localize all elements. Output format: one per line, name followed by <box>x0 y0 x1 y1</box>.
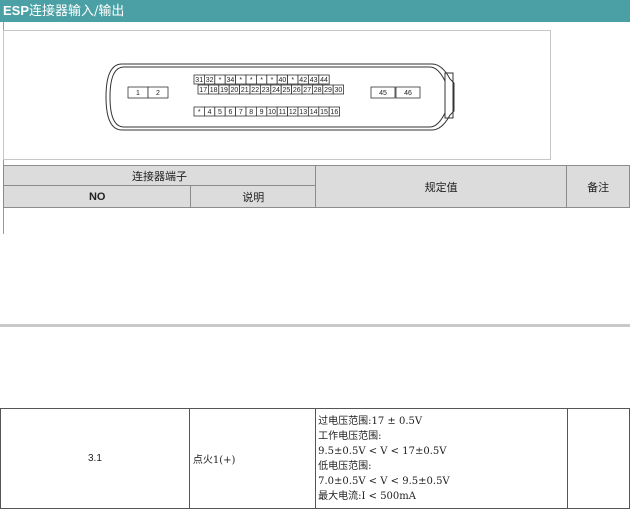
connector-pin-label: 23 <box>262 87 270 94</box>
connector-pin-label: 2 <box>156 90 160 97</box>
connector-pin-label: 27 <box>303 87 311 94</box>
connector-pin-label: * <box>260 77 263 84</box>
connector-pin-label: 9 <box>260 109 264 116</box>
connector-latch <box>444 72 454 119</box>
connector-pin-label: 6 <box>228 109 232 116</box>
connector-pin-label: * <box>198 109 201 116</box>
connector-pin-label: 12 <box>289 109 297 116</box>
spec-line: 低电压范围: <box>318 460 372 472</box>
connector-pin-label: 19 <box>220 87 228 94</box>
connector-pin-label: 16 <box>331 109 339 116</box>
section-title: ESP连接器输入/输出 <box>0 0 630 22</box>
connector-pin-label: 46 <box>404 90 412 97</box>
terminal-spec: 过电压范围:17 ± 0.5V 工作电压范围: 9.5±0.5V < V < 1… <box>315 408 569 509</box>
connector-pin-label: 24 <box>272 87 280 94</box>
connector-pin-label: * <box>239 77 242 84</box>
connector-pin-label: 25 <box>283 87 291 94</box>
connector-pin-label: 42 <box>299 77 307 84</box>
connector-pin-label: 31 <box>195 77 203 84</box>
spec-header: 规定值 <box>314 165 568 208</box>
desc-header: 说明 <box>190 185 316 208</box>
connector-pin-label: 20 <box>231 87 239 94</box>
connector-pin-label: 1 <box>136 90 140 97</box>
spec-line: 过电压范围:17 ± 0.5V <box>318 415 423 427</box>
connector-diagram-panel: 1 2 45 46 31 32 * 34 * * * * 40 * 42 43 44 17 18 19 20 21 22 23… <box>3 30 551 160</box>
connector-pin-label: 8 <box>249 109 253 116</box>
connector-pin-label: 17 <box>199 87 207 94</box>
connector-pin-label: 5 <box>218 109 222 116</box>
connector-pin-label: 45 <box>379 90 387 97</box>
section-divider <box>0 324 630 327</box>
connector-pin-label: 18 <box>210 87 218 94</box>
spec-line: 最大电流:I < 500mA <box>318 490 416 502</box>
connector-pin-label: 43 <box>310 77 318 84</box>
connector-pin-label: 14 <box>310 109 318 116</box>
connector-pin-label: * <box>250 77 253 84</box>
section-title-text: 连接器输入/输出 <box>29 4 125 19</box>
connector-pin-label: 13 <box>299 109 307 116</box>
terminal-no: 3.1 <box>0 408 190 509</box>
spec-line: 工作电压范围: <box>318 430 382 442</box>
connector-pin-label: 26 <box>293 87 301 94</box>
connector-pin-label: 44 <box>320 77 328 84</box>
terminal-desc: 点火1(+) <box>188 408 317 509</box>
connector-pin-label: 7 <box>239 109 243 116</box>
connector-pin-label: 34 <box>227 77 235 84</box>
no-header: NO <box>2 185 192 208</box>
connector-pin-label: 10 <box>268 109 276 116</box>
connector-pin-label: 15 <box>320 109 328 116</box>
terminal-table: 3.1 点火1(+) 过电压范围:17 ± 0.5V 工作电压范围: 9.5±0… <box>0 408 630 509</box>
connector-pin-label: 21 <box>241 87 249 94</box>
connector-pin-label: 32 <box>206 77 214 84</box>
connector-pin-label: * <box>219 77 222 84</box>
connector-pin-label: 4 <box>208 109 212 116</box>
terminal-table-header: 连接器端子 规定值 备注 NO 说明 <box>2 165 630 208</box>
connector-pin-label: 28 <box>314 87 322 94</box>
connector-pin-label: * <box>271 77 274 84</box>
terminal-note <box>567 408 630 509</box>
connector-pin-label: 30 <box>335 87 343 94</box>
spec-line: 9.5±0.5V < V < 17±0.5V <box>318 445 447 457</box>
spec-line: 7.0±0.5V < V < 9.5±0.5V <box>318 475 450 487</box>
connector-pin-label: 40 <box>279 77 287 84</box>
table-row: 3.1 点火1(+) 过电压范围:17 ± 0.5V 工作电压范围: 9.5±0… <box>0 408 630 509</box>
connector-diagram: 1 2 45 4631 32 * 34 * * * * 40 * 42 43 4417 18 19 20 21 22 23… <box>105 63 455 131</box>
connector-terminal-header: 连接器端子 <box>3 165 316 186</box>
connector-pin-label: * <box>291 77 294 84</box>
section-title-bold: ESP <box>3 3 30 18</box>
connector-pin-label: 11 <box>279 109 286 116</box>
note-header: 备注 <box>566 165 630 208</box>
connector-pin-label: 22 <box>251 87 259 94</box>
connector-pin-label: 29 <box>324 87 332 94</box>
